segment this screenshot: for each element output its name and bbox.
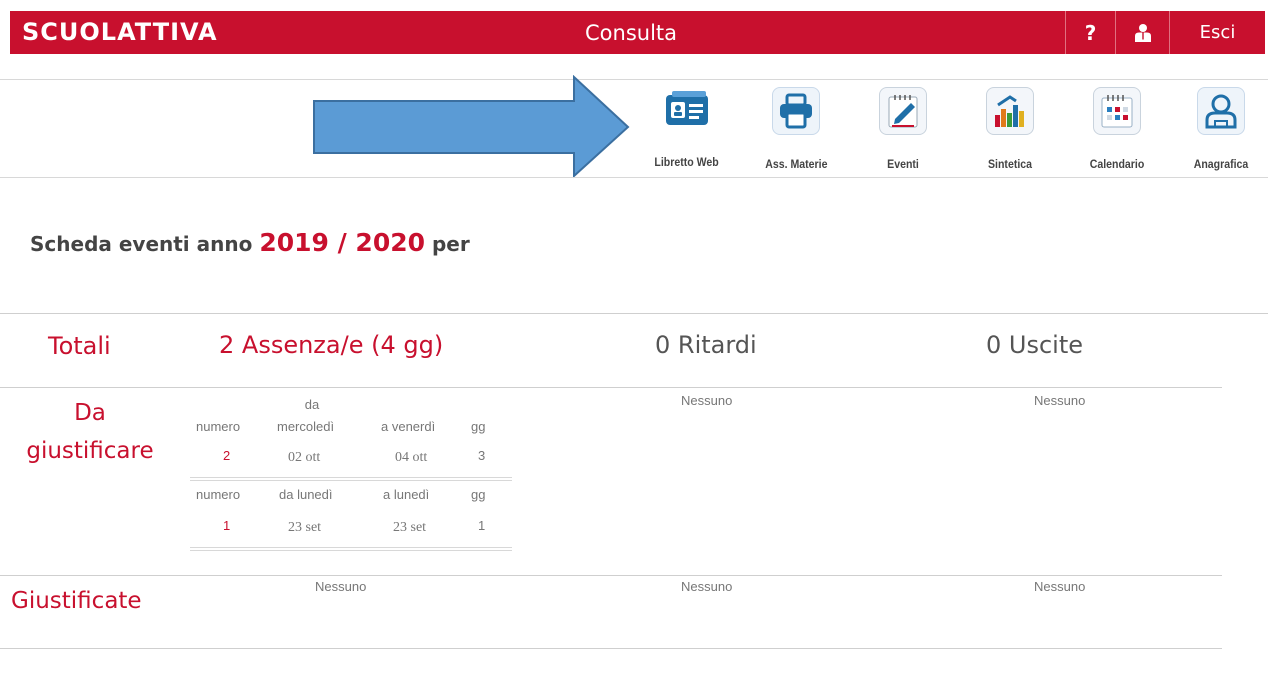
to-justify-label: Da giustificare [5,399,175,465]
absence-from-date: 23 set [288,520,322,535]
user-icon [1134,23,1151,42]
header-divider [0,79,1268,80]
absence-number-link[interactable]: 1 [223,518,230,533]
absence-from-date: 02 ott [288,450,321,465]
to-justify-exits: Nessuno [1034,393,1086,408]
absence-divider [190,480,512,481]
pencil-notepad-icon [879,87,927,135]
app-logo[interactable]: SCUOLATTIVA [22,18,218,46]
col-header-gg: gg [471,487,486,502]
bar-chart-icon [986,87,1034,135]
absence-to-date: 04 ott [395,450,428,465]
toolbar-label: Eventi [887,157,919,171]
justified-delays: Nessuno [681,579,733,594]
totals-label: Totali [48,332,111,360]
justified-label: Giustificate [11,588,142,614]
table-top-divider [0,313,1268,314]
toolbar-calendario[interactable]: Calendario [1077,87,1157,171]
col-header-numero: numero [196,487,241,502]
absence-to-date: 23 set [393,520,427,535]
col-header-to: a venerdì [381,419,436,434]
id-card-icon [664,87,710,133]
toolbar-libretto-web[interactable]: Libretto Web [647,87,727,169]
justified-exits: Nessuno [1034,579,1086,594]
help-label: ? [1084,20,1097,45]
toolbar-divider [0,177,1268,178]
col-header-numero: numero [196,419,241,434]
page-title: Consulta [585,21,678,45]
top-header: SCUOLATTIVA Consulta ? Esci [0,0,1268,62]
toolbar-anagrafica[interactable]: Anagrafica [1181,87,1261,171]
row-divider [0,387,1222,388]
events-heading: Scheda eventi anno 2019 / 2020 per [30,228,470,257]
totals-delays: 0 Ritardi [655,331,757,359]
absence-number-link[interactable]: 2 [223,448,230,463]
absence-divider [190,547,512,548]
absence-divider [190,550,512,551]
calendar-icon [1093,87,1141,135]
toolbar-ass-materie[interactable]: Ass. Materie [756,87,836,171]
help-button[interactable]: ? [1065,11,1115,54]
totals-absences: 2 Assenza/e (4 gg) [219,331,444,359]
heading-prefix: Scheda eventi anno [30,232,253,256]
toolbar-label: Ass. Materie [764,157,828,171]
totals-exits: 0 Uscite [986,331,1084,359]
absence-days: 1 [478,518,486,533]
to-justify-label-line1: Da [74,400,106,426]
table-bottom-divider [0,648,1222,649]
absence-days: 3 [478,448,486,463]
col-header-from: da lunedì [279,487,333,502]
blue-arrow-annotation [313,75,630,179]
toolbar-label: Calendario [1089,157,1145,171]
to-justify-delays: Nessuno [681,393,733,408]
user-icon [1197,87,1245,135]
heading-suffix: per [431,232,470,256]
toolbar-label: Sintetica [987,157,1032,171]
col-header-gg: gg [471,419,486,434]
exit-button[interactable]: Esci [1169,11,1265,54]
school-year: 2019 / 2020 [259,228,426,257]
printer-icon [772,87,820,135]
to-justify-label-line2: giustificare [26,438,154,464]
user-button[interactable] [1115,11,1169,54]
justified-absences: Nessuno [315,579,367,594]
toolbar-sintetica[interactable]: Sintetica [970,87,1050,171]
col-header-from: mercoledì [277,419,335,434]
absence-divider [190,477,512,478]
toolbar-label: Libretto Web [654,155,720,169]
row-divider [0,575,1222,576]
col-header-da: da [304,397,320,412]
toolbar-label: Anagrafica [1193,157,1249,171]
toolbar-eventi[interactable]: Eventi [863,87,943,171]
col-header-to: a lunedì [383,487,430,502]
